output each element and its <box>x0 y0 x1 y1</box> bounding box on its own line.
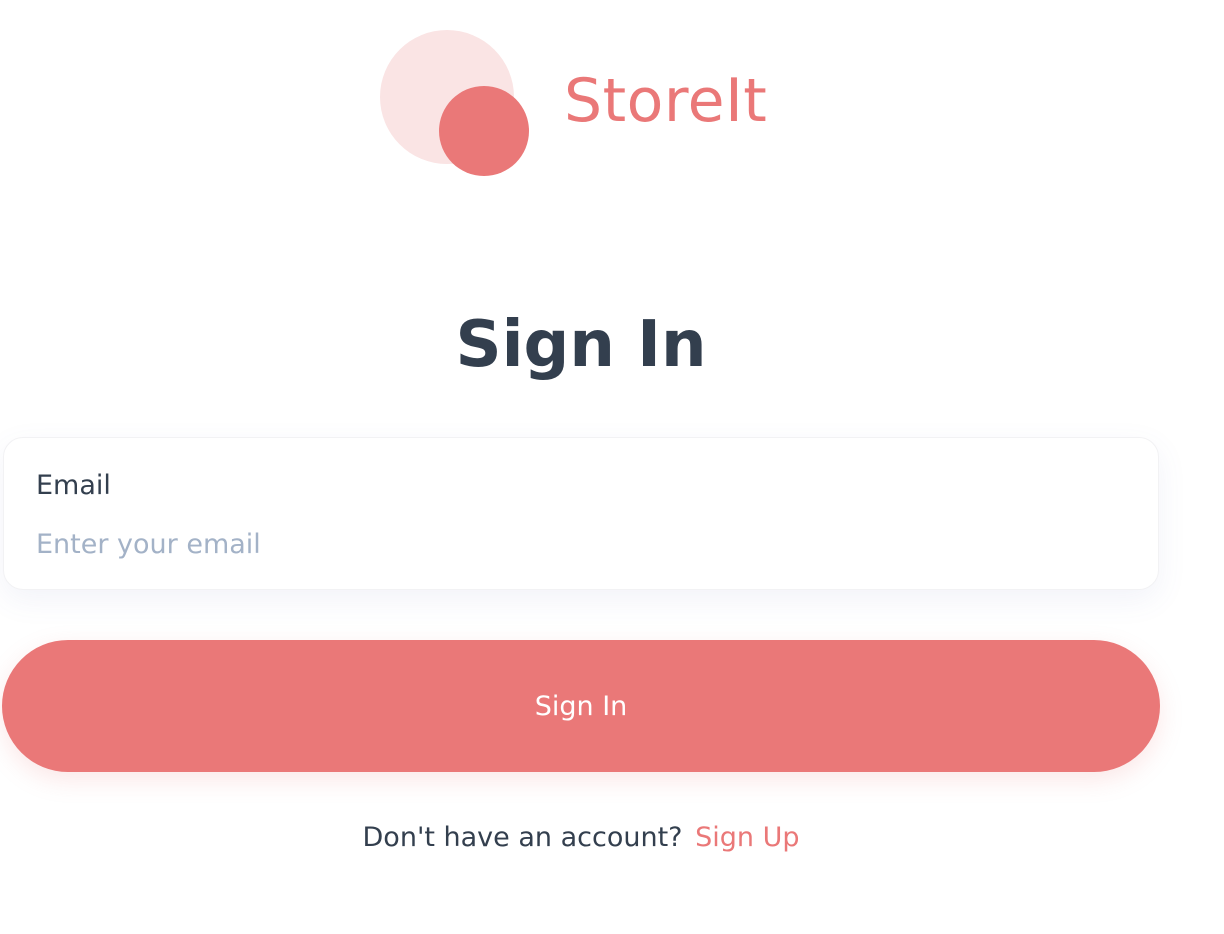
page-title: Sign In <box>455 308 707 382</box>
email-label: Email <box>36 470 111 501</box>
logo-text: StoreIt <box>564 66 768 136</box>
email-field-card[interactable]: Email <box>3 437 1159 590</box>
logo-circle-dark <box>439 86 529 176</box>
sign-up-prompt: Don't have an account? Sign Up <box>0 818 1162 858</box>
sign-in-button[interactable]: Sign In <box>2 640 1160 772</box>
storeit-logo[interactable]: StoreIt <box>380 30 800 180</box>
sign-up-prompt-text: Don't have an account? <box>362 822 683 853</box>
logo-icon <box>380 30 530 180</box>
sign-in-page: StoreIt Sign In Email Sign In Don't have… <box>0 0 1224 934</box>
sign-up-link[interactable]: Sign Up <box>695 822 799 853</box>
email-input[interactable] <box>34 522 1128 566</box>
